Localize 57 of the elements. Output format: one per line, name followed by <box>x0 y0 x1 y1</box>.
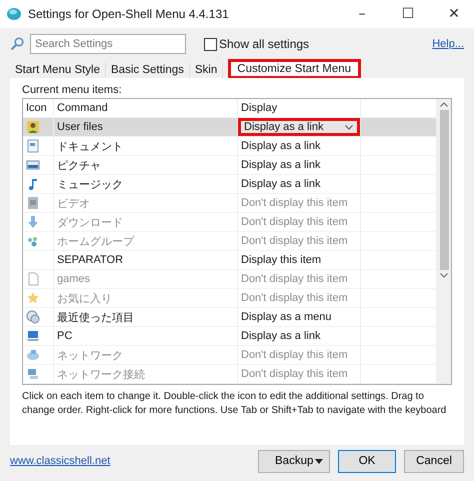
table-cell: Don't display this item <box>238 289 361 307</box>
scroll-up-icon[interactable] <box>440 102 448 107</box>
ok-button[interactable]: OK <box>338 450 396 472</box>
table-cell: ビデオ <box>54 194 238 212</box>
table-cell: Don't display this item <box>238 213 361 231</box>
pc-icon[interactable] <box>26 329 40 343</box>
table-cell: games <box>54 270 238 288</box>
table-cell: Display this item <box>238 251 361 269</box>
table-cell: 最近使った項目 <box>54 308 238 326</box>
column-header: Icon <box>23 99 54 117</box>
table-cell: ネットワーク <box>54 346 238 364</box>
search-icon <box>10 37 24 51</box>
table-cell: ダウンロード <box>54 213 238 231</box>
table-cell: ネットワーク接続 <box>54 365 238 383</box>
maximize-button[interactable]: ☐ <box>388 0 428 28</box>
table-cell: Don't display this item <box>238 346 361 364</box>
backup-button[interactable]: Backup <box>258 450 330 472</box>
hint-text: Click on each item to change it. Double-click the icon to edit the additional settings. Drag to change order. Right-click for more functions. Use Tab or Shift+Tab to navigate with the keyboard <box>22 390 448 418</box>
table-cell: SEPARATOR <box>54 251 238 269</box>
doc-icon[interactable] <box>26 139 40 153</box>
help-link[interactable]: Help... <box>432 38 464 50</box>
table-cell: Display as a link <box>238 137 361 155</box>
user-icon[interactable] <box>26 120 40 134</box>
app-icon <box>6 6 22 22</box>
table-cell: ミュージック <box>54 175 238 193</box>
table-cell: PC <box>54 327 238 345</box>
cancel-button[interactable]: Cancel <box>404 450 464 472</box>
table-cell: Don't display this item <box>238 365 361 383</box>
checkbox-label: Show all settings <box>219 37 310 51</box>
list-caption: Current menu items: <box>22 84 123 96</box>
table-cell: お気に入り <box>54 289 238 307</box>
website-link[interactable]: www.classicshell.net <box>10 455 110 467</box>
table-cell: Display as a link <box>238 175 361 193</box>
table-cell: ホームグループ <box>54 232 238 250</box>
table-cell: Don't display this item <box>238 232 361 250</box>
table-cell: Display as a link <box>238 156 361 174</box>
scroll-down-icon[interactable] <box>440 273 448 278</box>
tab[interactable]: Customize Start Menu <box>229 60 360 78</box>
table-cell: Don't display this item <box>238 270 361 288</box>
chevron-icon <box>345 124 353 130</box>
column-header: Command <box>54 99 238 117</box>
display-dropdown[interactable]: Display as a link <box>238 118 360 136</box>
scrollbar[interactable] <box>437 99 451 384</box>
music-icon[interactable] <box>26 177 40 191</box>
checkbox[interactable] <box>204 38 217 50</box>
close-button[interactable]: ✕ <box>434 0 474 28</box>
window-title: Settings for Open-Shell Menu 4.4.131 <box>28 7 229 21</box>
table-cell: Don't display this item <box>238 194 361 212</box>
column-header: Display <box>238 99 361 117</box>
minimize-button[interactable]: – <box>342 0 382 28</box>
pic-icon[interactable] <box>26 158 40 172</box>
search-field[interactable]: Search Settings <box>30 34 186 54</box>
table-cell: Display as a menu <box>238 308 361 326</box>
table-cell: Display as a link <box>238 327 361 345</box>
table-cell: ドキュメント <box>54 137 238 155</box>
dropdown-arrow-icon <box>315 458 323 464</box>
table-cell: ピクチャ <box>54 156 238 174</box>
